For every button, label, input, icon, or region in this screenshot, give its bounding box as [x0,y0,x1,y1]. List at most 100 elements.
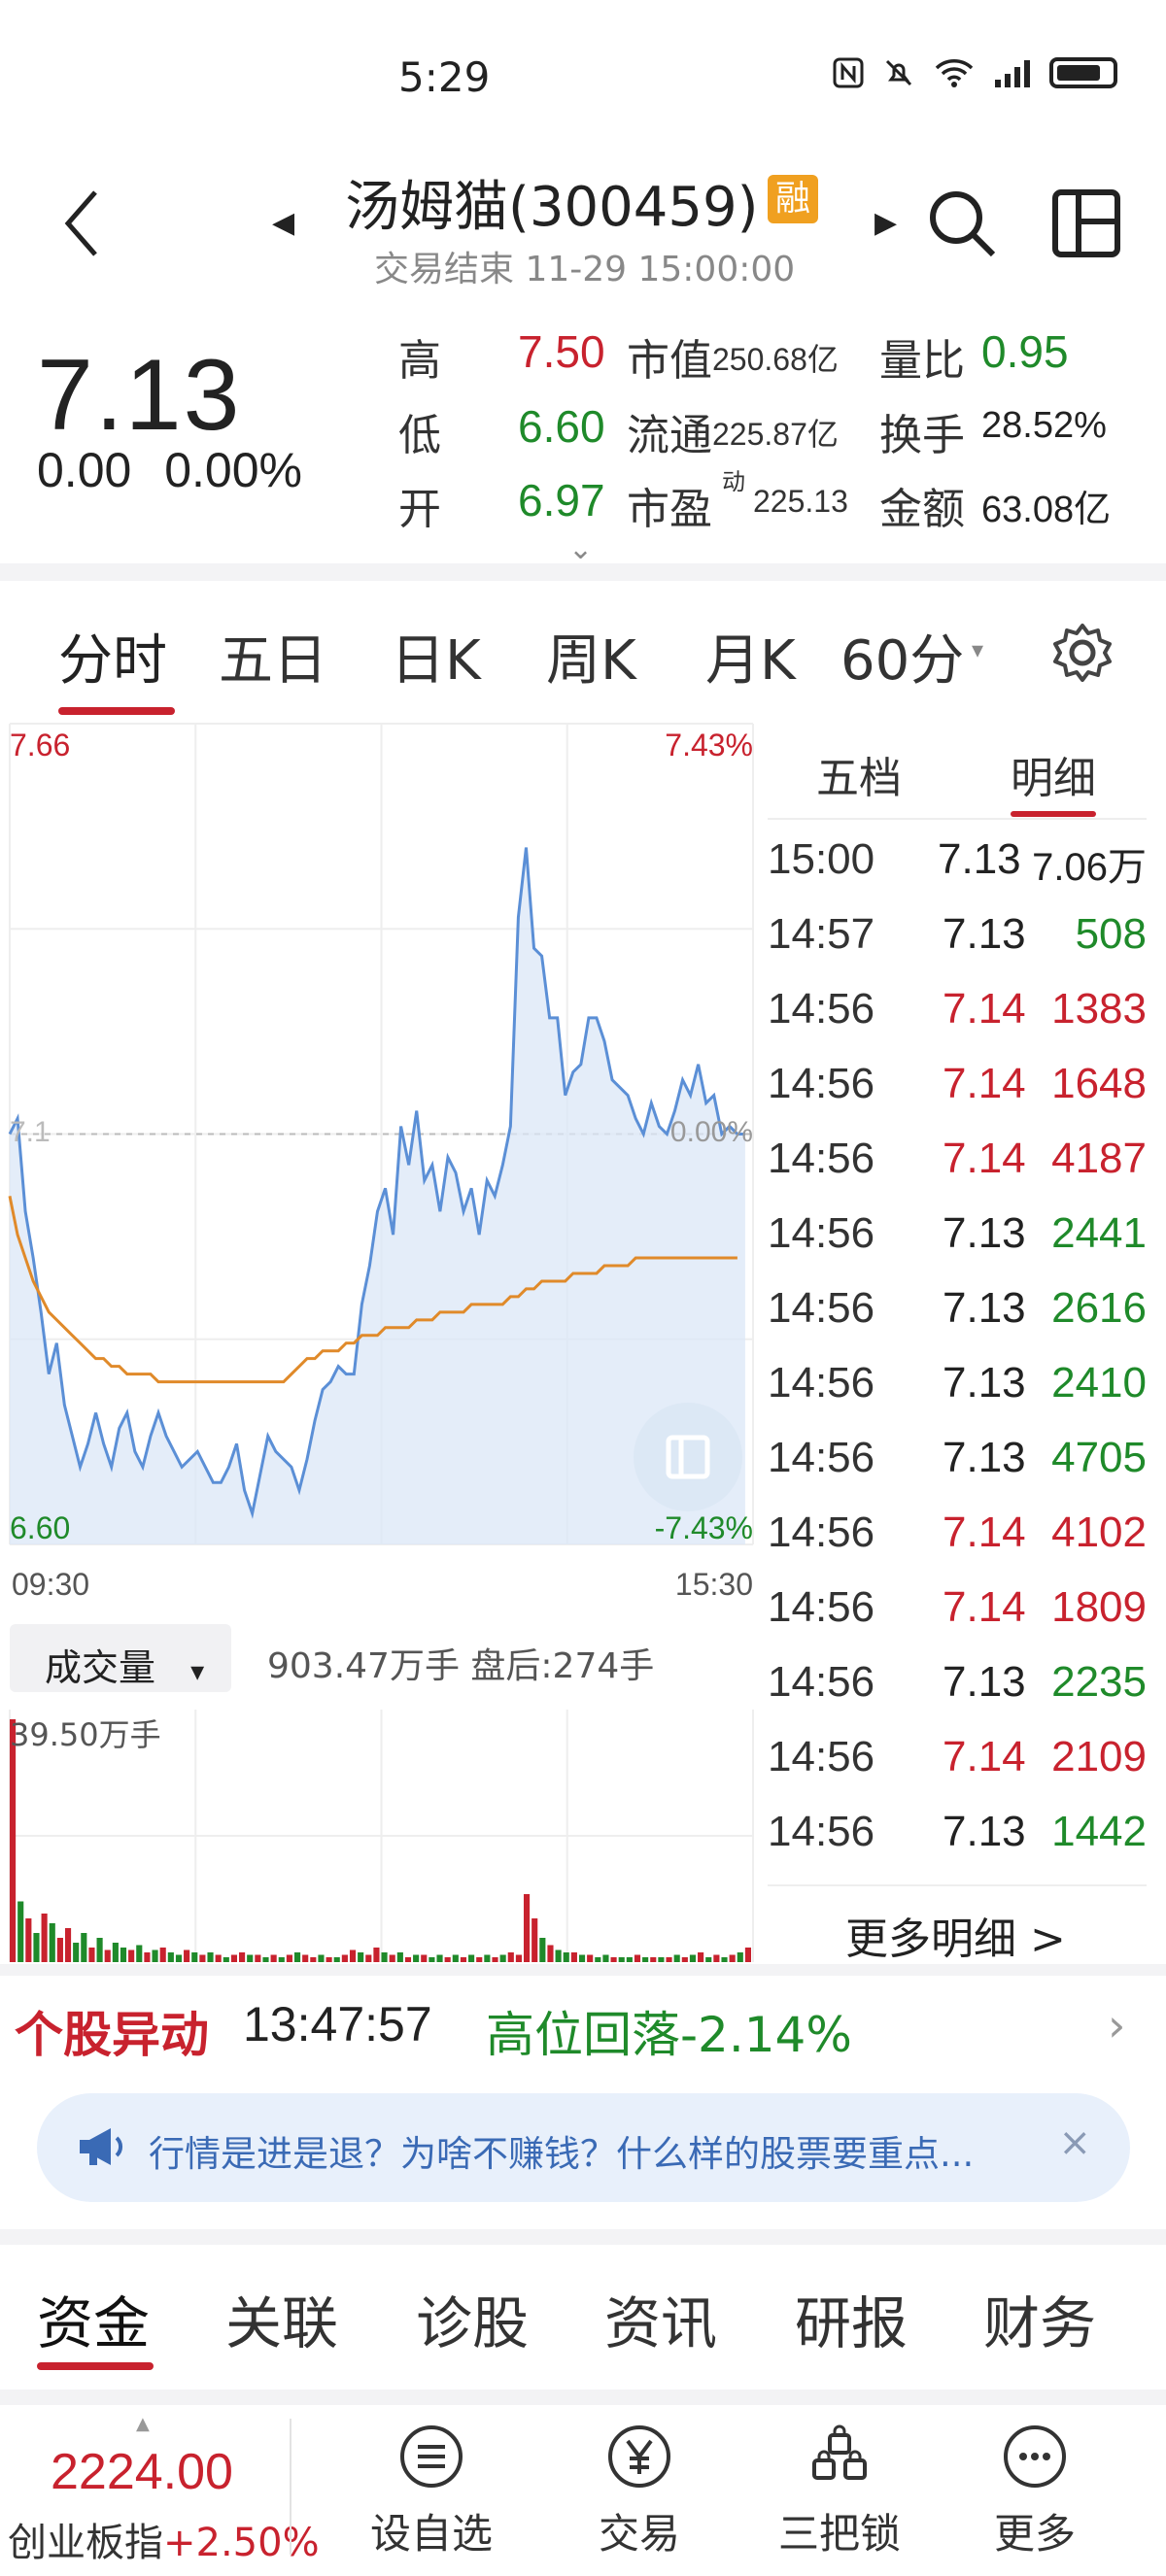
volume-chart: 39.50万手 [9,1710,754,1962]
notice-banner[interactable]: 行情是进是退？为啥不赚钱？什么样的股票要重点... × [37,2093,1130,2202]
index-value[interactable]: 2224.00 [51,2443,233,2501]
volume-bar [547,1945,554,1962]
tab-info-3[interactable]: 资讯 [604,2278,717,2359]
quote-label: 高 [398,336,441,386]
margin-badge: 融 [768,175,818,223]
volume-bar [286,1954,292,1962]
intraday-chart[interactable]: 7.66 6.60 7.43% -7.43% 7.1 0.00% 09:30 1… [0,714,758,1627]
close-icon[interactable]: × [1058,2120,1091,2165]
volume-bar [563,1952,569,1962]
trade-price: 7.13 [943,1284,1026,1332]
trade-price: 7.13 [943,1359,1026,1407]
search-icon[interactable] [923,185,1001,262]
trade-volume: 1383 [1051,985,1147,1033]
volume-bar [744,1948,751,1962]
trade-time: 15:00 [768,835,875,883]
chevron-down-icon[interactable]: ▾ [972,636,983,663]
trade-time: 14:56 [768,1508,875,1556]
volume-bar [618,1957,625,1962]
volume-bar [642,1957,649,1962]
nav-three-locks[interactable]: 三把锁 [762,2423,917,2560]
volume-bar [167,1952,174,1962]
volume-bar [247,1954,254,1962]
volume-bar [460,1957,467,1962]
page-title: 汤姆猫(300459) [345,176,759,239]
volume-bar [215,1954,222,1962]
volume-bar [365,1954,372,1962]
volume-bar [184,1949,190,1962]
tab-chart-0[interactable]: 分时 [58,617,167,695]
status-icons [832,56,1117,89]
tab-detail[interactable]: 明细 [1011,743,1096,805]
expand-chevron-icon[interactable]: ⌄ [568,532,593,566]
volume-bar [136,1945,143,1962]
fullscreen-float-button[interactable] [634,1403,742,1511]
quote-label: 金额 [879,485,965,534]
quote-value: 250.68亿 [712,342,839,377]
volume-bar [595,1957,601,1962]
trade-volume: 2441 [1051,1209,1147,1257]
volume-bar [555,1949,562,1962]
tab-info-0[interactable]: 资金 [37,2278,150,2359]
back-icon[interactable] [58,185,107,262]
tab-chart-4[interactable]: 月K [705,617,796,695]
nav-trade[interactable]: 交易 [562,2423,717,2560]
tab-info-5[interactable]: 财务 [983,2278,1096,2359]
nav-add-watchlist[interactable]: 设自选 [354,2423,509,2560]
chevron-right-icon[interactable]: › [1108,1999,1125,2051]
tab-chart-1[interactable]: 五日 [219,617,327,695]
volume-bar [681,1957,688,1962]
alert-text[interactable]: 高位回落-2.14% [486,1996,852,2066]
volume-bar [673,1954,680,1962]
volume-bar [421,1954,428,1962]
trade-volume: 1442 [1051,1808,1147,1855]
next-stock-arrow[interactable]: ▶ [874,206,897,240]
quote-label: 市值 [627,336,712,386]
layout-switch-icon[interactable] [1049,186,1123,260]
volume-bar [81,1933,87,1962]
volume-indicator-select[interactable]: 成交量 ▾ [10,1624,231,1692]
trade-price: 7.13 [943,1808,1026,1855]
index-ticker[interactable]: 创业板指+2.50% [8,2511,320,2567]
volume-bar [507,1952,514,1962]
tab-info-2[interactable]: 诊股 [416,2278,529,2359]
volume-bar [270,1954,277,1962]
tab-info-4[interactable]: 研报 [795,2278,908,2359]
volume-bar [255,1954,261,1962]
volume-select-label: 成交量 [45,1646,156,1689]
more-detail-link[interactable]: 更多明细 > [845,1904,1066,1966]
quote-value: 7.50 [518,326,605,377]
gear-icon[interactable] [1049,620,1115,686]
tab-chart-5[interactable]: 60分 [840,617,964,695]
trade-volume: 4705 [1051,1434,1147,1481]
trade-status: 交易结束 11-29 15:00:00 [374,250,796,289]
tab-level5[interactable]: 五档 [816,743,902,805]
trade-time: 14:56 [768,1434,875,1481]
trade-time: 14:56 [768,1060,875,1107]
nav-more[interactable]: 更多 [957,2423,1113,2560]
change-value: 0.00 [37,443,132,497]
volume-bar [492,1957,498,1962]
detail-tab-indicator [1011,811,1096,817]
volume-bar [705,1957,712,1962]
prev-stock-arrow[interactable]: ◀ [272,206,294,240]
trade-time: 14:56 [768,1209,875,1257]
current-price: 7.13 [37,339,242,452]
tab-chart-2[interactable]: 日K [391,617,481,695]
volume-bar [33,1933,40,1962]
wifi-icon [935,59,974,87]
volume-bar [444,1957,451,1962]
trade-volume: 4187 [1051,1135,1147,1182]
volume-bar [610,1957,617,1962]
volume-bar [689,1954,697,1962]
x-start-label: 09:30 [12,1567,89,1602]
index-change: +2.50% [163,2521,320,2565]
volume-bar [626,1957,633,1962]
tab-info-1[interactable]: 关联 [225,2278,338,2359]
volume-bar [41,1914,48,1962]
trade-time: 14:56 [768,985,875,1033]
trade-price: 7.13 [943,1209,1026,1257]
tab-chart-3[interactable]: 周K [546,617,636,695]
volume-bar [333,1957,340,1962]
nav-label: 交易 [598,2510,680,2558]
